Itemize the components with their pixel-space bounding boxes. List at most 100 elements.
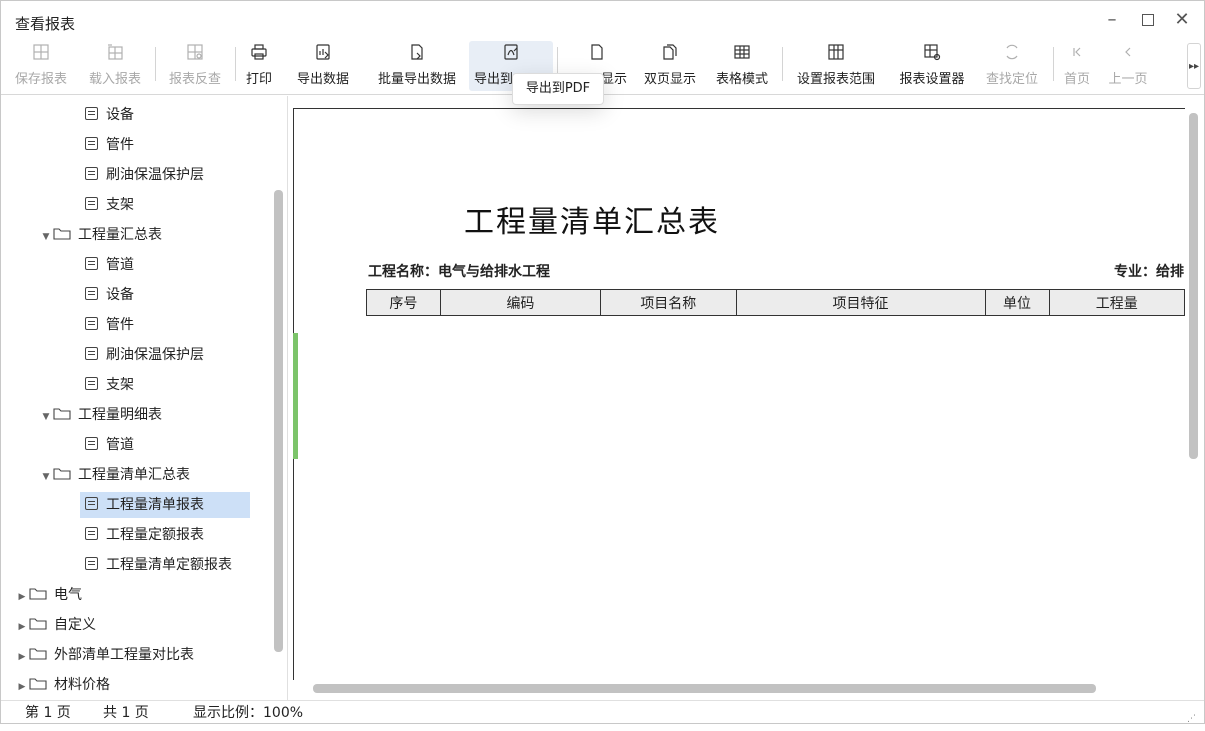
load-report-button[interactable]: 载入报表 (83, 41, 147, 91)
report-doc-icon (85, 317, 98, 330)
report-doc-icon (85, 257, 98, 270)
report-doc-icon (85, 557, 98, 570)
collapse-arrow-icon[interactable]: ▶ (15, 584, 29, 610)
prev-page-button[interactable]: 上一页 (1101, 41, 1155, 91)
vertical-scrollbar[interactable] (1189, 113, 1198, 459)
close-button[interactable]: ✕ (1171, 9, 1193, 31)
tree-item[interactable]: 管件 (85, 132, 134, 158)
find-locate-button[interactable]: 查找定位 (979, 41, 1045, 91)
tree-item-selected[interactable]: 工程量清单报表 (80, 492, 250, 518)
expand-arrow-icon[interactable]: ▼ (39, 224, 53, 250)
maximize-button[interactable] (1137, 9, 1159, 31)
tree-item[interactable]: 管道 (85, 252, 134, 278)
toolbar-more-button[interactable]: ▸▸ (1187, 43, 1201, 89)
report-doc-icon (85, 347, 98, 360)
expand-arrow-icon[interactable]: ▼ (39, 464, 53, 490)
table-mode-icon (709, 43, 775, 65)
tree-item[interactable]: 刷油保温保护层 (85, 342, 204, 368)
report-title: 工程量清单汇总表 (464, 205, 720, 240)
single-page-icon (563, 43, 631, 65)
tree-item[interactable]: 支架 (85, 192, 134, 218)
collapse-arrow-icon[interactable]: ▶ (15, 644, 29, 670)
save-report-button[interactable]: 保存报表 (9, 41, 73, 91)
tree-folder[interactable]: ▼ 工程量汇总表 (39, 222, 162, 248)
tree-item[interactable]: 刷油保温保护层 (85, 162, 204, 188)
tree-folder[interactable]: ▼ 工程量明细表 (39, 402, 162, 428)
report-doc-icon (85, 527, 98, 540)
table-mode-button[interactable]: 表格模式 (709, 41, 775, 91)
folder-icon (29, 678, 47, 690)
tree-item[interactable]: 设备 (85, 282, 134, 308)
first-page-icon (1059, 43, 1095, 65)
splitter-handle[interactable] (293, 333, 298, 459)
tree-folder[interactable]: ▶ 材料价格 (15, 672, 110, 698)
tree-item[interactable]: 支架 (85, 372, 134, 398)
tree-item[interactable]: 管件 (85, 312, 134, 338)
print-button[interactable]: 打印 (241, 41, 277, 91)
find-locate-icon (979, 43, 1045, 65)
report-doc-icon (85, 137, 98, 150)
toolbar-separator (782, 47, 783, 81)
sidebar-scrollbar[interactable] (274, 190, 283, 652)
collapse-arrow-icon[interactable]: ▶ (15, 614, 29, 640)
toolbar-separator (235, 47, 236, 81)
batch-export-icon (371, 43, 463, 65)
export-pdf-tooltip: 导出到PDF (512, 73, 604, 105)
folder-icon (29, 648, 47, 660)
report-doc-icon (85, 377, 98, 390)
tree-item[interactable]: 工程量定额报表 (85, 522, 204, 548)
folder-icon (53, 228, 71, 240)
collapse-arrow-icon[interactable]: ▶ (15, 674, 29, 700)
tree-item[interactable]: 设备 (85, 102, 134, 128)
tree-folder[interactable]: ▶ 外部清单工程量对比表 (15, 642, 194, 668)
column-header: 序号 (366, 289, 441, 316)
report-range-icon (789, 43, 883, 65)
report-doc-icon (85, 197, 98, 210)
folder-icon (53, 408, 71, 420)
tree-item[interactable]: 工程量清单定额报表 (85, 552, 232, 578)
toolbar-separator (1053, 47, 1054, 81)
toolbar-separator (155, 47, 156, 81)
title-bar: 查看报表 – ✕ (1, 1, 1204, 39)
column-header: 编码 (439, 289, 602, 316)
batch-export-button[interactable]: 批量导出数据 (371, 41, 463, 91)
tree-folder[interactable]: ▶ 自定义 (15, 612, 96, 638)
table-header-row: 序号 编码 项目名称 项目特征 单位 工程量 (366, 289, 1185, 316)
double-page-icon (637, 43, 703, 65)
folder-icon (29, 618, 47, 630)
major-label: 专业：给排 (1114, 264, 1184, 280)
report-reverse-lookup-button[interactable]: 报表反查 (163, 41, 227, 91)
tree-folder[interactable]: ▼ 工程量清单汇总表 (39, 462, 190, 488)
column-header: 项目特征 (735, 289, 986, 316)
report-doc-icon (85, 167, 98, 180)
printer-icon (241, 43, 277, 65)
report-preview: 工程量清单汇总表 工程名称：电气与给排水工程 专业：给排 序号 编码 项目名称 … (293, 108, 1185, 680)
report-settings-icon (891, 43, 973, 65)
folder-icon (53, 468, 71, 480)
report-range-button[interactable]: 设置报表范围 (789, 41, 883, 91)
first-page-button[interactable]: 首页 (1059, 41, 1095, 91)
total-pages: 共 1 页 (103, 705, 149, 721)
grid-save-icon (9, 43, 73, 65)
horizontal-scrollbar[interactable] (313, 684, 1096, 693)
report-doc-icon (85, 107, 98, 120)
report-viewer-window: 查看报表 – ✕ 保存报表 载入报表 报表反查 打印 导出数据 批量导出数据 导… (0, 0, 1205, 724)
prev-page-icon (1101, 43, 1155, 65)
export-pdf-icon (469, 43, 553, 65)
minimize-button[interactable]: – (1101, 9, 1123, 31)
zoom-level: 显示比例：100% (193, 705, 304, 721)
report-tree: 设备 管件 刷油保温保护层 支架 ▼ 工程量汇总表 管道 设备 管件 刷油保温保护… (1, 96, 288, 700)
project-name: 工程名称：电气与给排水工程 (368, 264, 550, 280)
folder-icon (29, 588, 47, 600)
column-header: 单位 (984, 289, 1050, 316)
grid-load-icon (83, 43, 147, 65)
double-page-button[interactable]: 双页显示 (637, 41, 703, 91)
export-data-button[interactable]: 导出数据 (291, 41, 355, 91)
resize-grip-icon[interactable]: ⋰ (1187, 707, 1199, 724)
tree-folder[interactable]: ▶ 电气 (15, 582, 82, 608)
report-settings-button[interactable]: 报表设置器 (891, 41, 973, 91)
current-page: 第 1 页 (25, 705, 71, 721)
report-doc-icon (85, 437, 98, 450)
tree-item[interactable]: 管道 (85, 432, 134, 458)
expand-arrow-icon[interactable]: ▼ (39, 404, 53, 430)
